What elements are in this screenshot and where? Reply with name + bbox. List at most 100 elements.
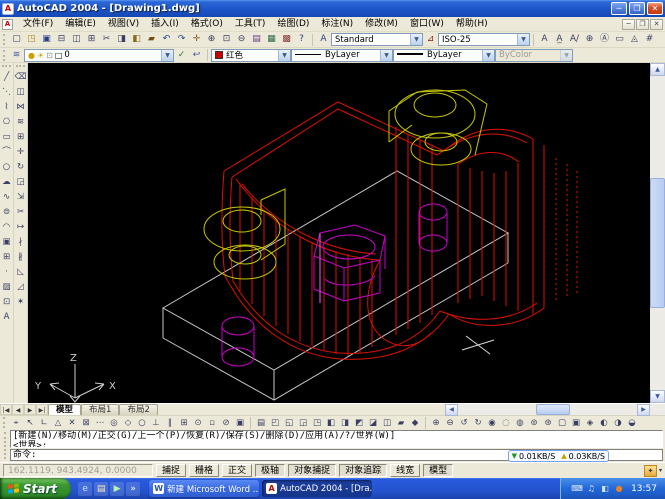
polyline-icon[interactable]: ⌇ bbox=[0, 100, 13, 115]
menu-insert[interactable]: 插入(I) bbox=[145, 17, 185, 32]
snap-endpoint-icon[interactable]: ∟ bbox=[37, 417, 51, 429]
network-status-icon[interactable]: ◧ bbox=[599, 484, 611, 493]
spline-icon[interactable]: ∿ bbox=[0, 190, 13, 205]
break-point-icon[interactable]: ∤ bbox=[14, 235, 27, 250]
chevron-down-icon[interactable]: ▼ bbox=[278, 50, 290, 61]
plot-preview-icon[interactable]: ◫ bbox=[69, 33, 84, 46]
scroll-up-icon[interactable]: ▲ bbox=[650, 63, 665, 76]
next-tab-button[interactable]: ▶ bbox=[24, 404, 36, 415]
help-icon[interactable]: ? bbox=[294, 33, 309, 46]
snap-apparent-icon[interactable]: ⊠ bbox=[79, 417, 93, 429]
revcloud-icon[interactable]: ☁ bbox=[0, 175, 13, 190]
communication-center-icon[interactable]: ✦ bbox=[644, 465, 657, 477]
3d-zoom-icon[interactable]: ⊖ bbox=[443, 417, 457, 429]
messenger-icon[interactable]: ● bbox=[613, 484, 625, 493]
circle-icon[interactable]: ○ bbox=[0, 160, 13, 175]
toggle-osnap[interactable]: 对象捕捉 bbox=[288, 464, 336, 477]
menu-tools[interactable]: 工具(T) bbox=[229, 17, 272, 32]
tab-layout2[interactable]: 布局2 bbox=[119, 404, 157, 415]
line-icon[interactable]: ╱ bbox=[0, 70, 13, 85]
toggle-polar[interactable]: 极轴 bbox=[255, 464, 285, 477]
layer-manager-icon[interactable]: ≋ bbox=[9, 49, 24, 62]
snap-node-icon[interactable]: ⊙ bbox=[191, 417, 205, 429]
nw-iso-icon[interactable]: ▰ bbox=[394, 417, 408, 429]
designcenter-icon[interactable]: ▦ bbox=[264, 33, 279, 46]
copy-object-icon[interactable]: ◫ bbox=[14, 85, 27, 100]
layer-previous-icon[interactable]: ↩ bbox=[189, 49, 204, 62]
child-close-button[interactable]: ✕ bbox=[650, 19, 663, 30]
cut-icon[interactable]: ✂ bbox=[99, 33, 114, 46]
chevron-down-icon[interactable]: ▼ bbox=[410, 34, 422, 45]
drawing-file-icon[interactable]: A bbox=[2, 19, 13, 30]
publish-icon[interactable]: ⊞ bbox=[84, 33, 99, 46]
mirror-icon[interactable]: ⋈ bbox=[14, 100, 27, 115]
color-combo[interactable]: 红色 ▼ bbox=[211, 49, 291, 62]
sw-iso-icon[interactable]: ◩ bbox=[352, 417, 366, 429]
text-style-dialog-icon[interactable]: Ⓐ bbox=[597, 33, 612, 46]
toggle-snap[interactable]: 捕捉 bbox=[156, 464, 186, 477]
menu-edit[interactable]: 编辑(E) bbox=[59, 17, 102, 32]
polygon-icon[interactable]: ⎔ bbox=[0, 115, 13, 130]
volume-icon[interactable]: ♫ bbox=[585, 484, 597, 493]
explode-icon[interactable]: ✶ bbox=[14, 295, 27, 310]
construction-line-icon[interactable]: ⋱ bbox=[0, 85, 13, 100]
save-icon[interactable]: ▣ bbox=[39, 33, 54, 46]
toolbar-grip[interactable] bbox=[2, 65, 11, 69]
shade-2d-icon[interactable]: ▢ bbox=[555, 417, 569, 429]
child-restore-button[interactable]: ❐ bbox=[636, 19, 649, 30]
fillet-icon[interactable]: ◿ bbox=[14, 280, 27, 295]
3d-clip-icon[interactable]: ◍ bbox=[513, 417, 527, 429]
front-clip-icon[interactable]: ⊚ bbox=[527, 417, 541, 429]
front-view-icon[interactable]: ◧ bbox=[324, 417, 338, 429]
menu-help[interactable]: 帮助(H) bbox=[450, 17, 494, 32]
media-player-icon[interactable]: ▶ bbox=[110, 482, 124, 496]
prev-tab-button[interactable]: ◀ bbox=[12, 404, 24, 415]
vertical-scroll-thumb[interactable] bbox=[650, 178, 665, 308]
toolbar-grip[interactable] bbox=[3, 417, 7, 428]
text-icon[interactable]: A bbox=[0, 310, 13, 325]
scroll-left-icon[interactable]: ◀ bbox=[445, 404, 458, 416]
tool-palettes-icon[interactable]: ▩ bbox=[279, 33, 294, 46]
mtext-icon[interactable]: A bbox=[537, 33, 552, 46]
paste-icon[interactable]: ◧ bbox=[129, 33, 144, 46]
ie-icon[interactable]: e bbox=[78, 482, 92, 496]
ne-iso-icon[interactable]: ◫ bbox=[380, 417, 394, 429]
snap-insert-icon[interactable]: ⊞ bbox=[177, 417, 191, 429]
toggle-ortho[interactable]: 正交 bbox=[222, 464, 252, 477]
hidden-icon[interactable]: ◈ bbox=[583, 417, 597, 429]
text-style-combo[interactable]: Standard ▼ bbox=[331, 33, 423, 46]
horizontal-scroll-track[interactable] bbox=[458, 404, 637, 415]
justify-text-icon[interactable]: ◬ bbox=[627, 33, 642, 46]
snap-perpendicular-icon[interactable]: ⊥ bbox=[149, 417, 163, 429]
osnap-settings-icon[interactable]: ▣ bbox=[233, 417, 247, 429]
trim-icon[interactable]: ✂ bbox=[14, 205, 27, 220]
menu-file[interactable]: 文件(F) bbox=[17, 17, 59, 32]
vertical-scrollbar[interactable]: ▲ ▼ bbox=[650, 63, 665, 403]
make-block-icon[interactable]: ⊞ bbox=[0, 250, 13, 265]
toolbar-grip[interactable] bbox=[3, 50, 7, 61]
3d-swivel-icon[interactable]: ◉ bbox=[485, 417, 499, 429]
3d-orbit-icon[interactable]: ↺ bbox=[457, 417, 471, 429]
linetype-combo[interactable]: ByLayer ▼ bbox=[291, 49, 393, 62]
named-views-icon[interactable]: ▤ bbox=[254, 417, 268, 429]
toggle-lineweight[interactable]: 线宽 bbox=[390, 464, 420, 477]
menu-modify[interactable]: 修改(M) bbox=[359, 17, 404, 32]
temp-track-icon[interactable]: ⌖ bbox=[9, 417, 23, 429]
command-window-grip[interactable] bbox=[4, 432, 8, 459]
chevron-down-icon[interactable]: ▼ bbox=[161, 50, 173, 61]
bottom-view-icon[interactable]: ◱ bbox=[282, 417, 296, 429]
ellipse-arc-icon[interactable]: ◠ bbox=[0, 220, 13, 235]
text-style-icon[interactable]: A bbox=[316, 33, 331, 46]
hatch-icon[interactable]: ▨ bbox=[0, 280, 13, 295]
toggle-otrack[interactable]: 对象追踪 bbox=[339, 464, 387, 477]
menu-format[interactable]: 格式(O) bbox=[185, 17, 229, 32]
task-autocad[interactable]: A AutoCAD 2004 - [Dra... bbox=[262, 480, 372, 497]
scale-icon[interactable]: ◲ bbox=[14, 175, 27, 190]
se-iso-icon[interactable]: ◪ bbox=[366, 417, 380, 429]
3d-distance-icon[interactable]: ◌ bbox=[499, 417, 513, 429]
open-icon[interactable]: ◳ bbox=[24, 33, 39, 46]
top-view-icon[interactable]: ◰ bbox=[268, 417, 282, 429]
scroll-down-icon[interactable]: ▼ bbox=[650, 390, 665, 403]
quick-launch-chevron-icon[interactable]: » bbox=[126, 482, 140, 496]
back-clip-icon[interactable]: ⊛ bbox=[541, 417, 555, 429]
